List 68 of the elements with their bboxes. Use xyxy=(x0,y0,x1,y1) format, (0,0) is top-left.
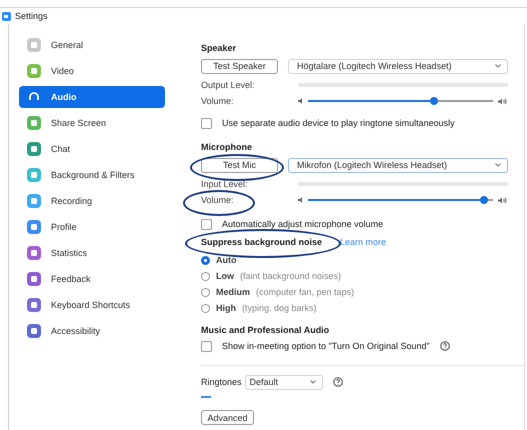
speaker-low-icon xyxy=(298,197,303,203)
radio-button[interactable] xyxy=(201,256,210,264)
checkbox[interactable] xyxy=(201,218,212,230)
checkbox-label: Use separate audio device to play ringtone simultaneously xyxy=(222,118,455,128)
option-note: (typing, dog barks) xyxy=(242,303,317,313)
sidebar-item[interactable]: Video xyxy=(19,60,165,82)
option-label: Low xyxy=(216,271,234,281)
test-button[interactable]: Test Speaker xyxy=(201,58,278,74)
sidebar-item[interactable]: Feedback xyxy=(19,268,165,290)
category-icon xyxy=(27,272,41,286)
section-heading: Suppress background noise xyxy=(201,237,322,247)
sidebar-item[interactable]: Chat xyxy=(19,138,165,160)
sidebar-item[interactable]: Background & Filters xyxy=(19,164,165,186)
window-title: Settings xyxy=(15,11,48,21)
speaker-loud-icon xyxy=(498,98,508,104)
sidebar-item[interactable]: Share Screen xyxy=(19,112,165,134)
device-dropdown[interactable]: Mikrofon (Logitech Wireless Headset) xyxy=(288,158,508,172)
section-heading: Music and Professional Audio xyxy=(201,324,330,337)
ringtone-indicator xyxy=(201,396,211,398)
checkbox[interactable] xyxy=(201,340,212,352)
chevron-down-icon xyxy=(495,64,501,68)
option-note: (computer fan, pen taps) xyxy=(256,287,354,297)
sidebar-item[interactable]: Accessibility xyxy=(19,320,165,342)
ringtones-label: Ringtones xyxy=(201,377,242,387)
learn-more-link[interactable]: Learn more xyxy=(340,237,386,247)
checkbox-label: Automatically adjust microphone volume xyxy=(222,219,384,229)
sidebar-item[interactable]: Keyboard Shortcuts xyxy=(19,294,165,316)
sidebar-item[interactable]: Profile xyxy=(19,216,165,238)
ringtone-dropdown[interactable]: Default xyxy=(244,374,323,390)
sidebar-item[interactable]: Recording xyxy=(19,190,165,212)
help-icon[interactable] xyxy=(332,377,343,387)
speaker-loud-icon xyxy=(498,196,508,204)
test-button[interactable]: Test Mic xyxy=(201,158,278,172)
category-icon xyxy=(27,116,41,130)
speaker-low-icon xyxy=(298,98,303,104)
sidebar-item[interactable]: Statistics xyxy=(19,242,165,264)
meter-label: Input Level: xyxy=(201,179,249,189)
meter-label: Output Level: xyxy=(201,80,256,90)
help-icon[interactable] xyxy=(440,341,450,351)
category-icon xyxy=(27,220,41,234)
annotation-ellipse xyxy=(183,190,255,216)
option-label: Auto xyxy=(216,255,236,265)
category-icon xyxy=(27,142,41,156)
checkbox-label: Show in-meeting option to "Turn On Original Sound" xyxy=(222,341,430,351)
volume-label: Volume: xyxy=(201,96,235,106)
radio-button[interactable] xyxy=(201,304,210,312)
category-icon xyxy=(27,194,41,208)
chevron-down-icon xyxy=(495,163,501,167)
advanced-button[interactable]: Advanced xyxy=(201,410,254,425)
sidebar-item[interactable]: Audio xyxy=(19,86,165,108)
category-icon xyxy=(27,168,41,182)
radio-button[interactable] xyxy=(201,272,210,280)
sidebar-item[interactable]: General xyxy=(19,34,165,56)
checkbox[interactable] xyxy=(201,118,212,128)
category-icon xyxy=(27,246,41,260)
option-label: High xyxy=(216,303,236,313)
category-icon xyxy=(27,38,41,52)
category-icon xyxy=(27,324,41,338)
option-label: Medium xyxy=(216,287,250,297)
chevron-down-icon xyxy=(310,380,316,384)
volume-label: Volume: xyxy=(201,195,235,205)
radio-button[interactable] xyxy=(201,288,210,296)
section-heading: Microphone xyxy=(201,141,253,154)
category-icon xyxy=(27,64,41,78)
device-dropdown[interactable]: Högtalare (Logitech Wireless Headset) xyxy=(288,58,508,74)
section-heading: Speaker xyxy=(201,42,238,55)
option-note: (faint background noises) xyxy=(240,271,342,281)
category-icon xyxy=(27,298,41,312)
